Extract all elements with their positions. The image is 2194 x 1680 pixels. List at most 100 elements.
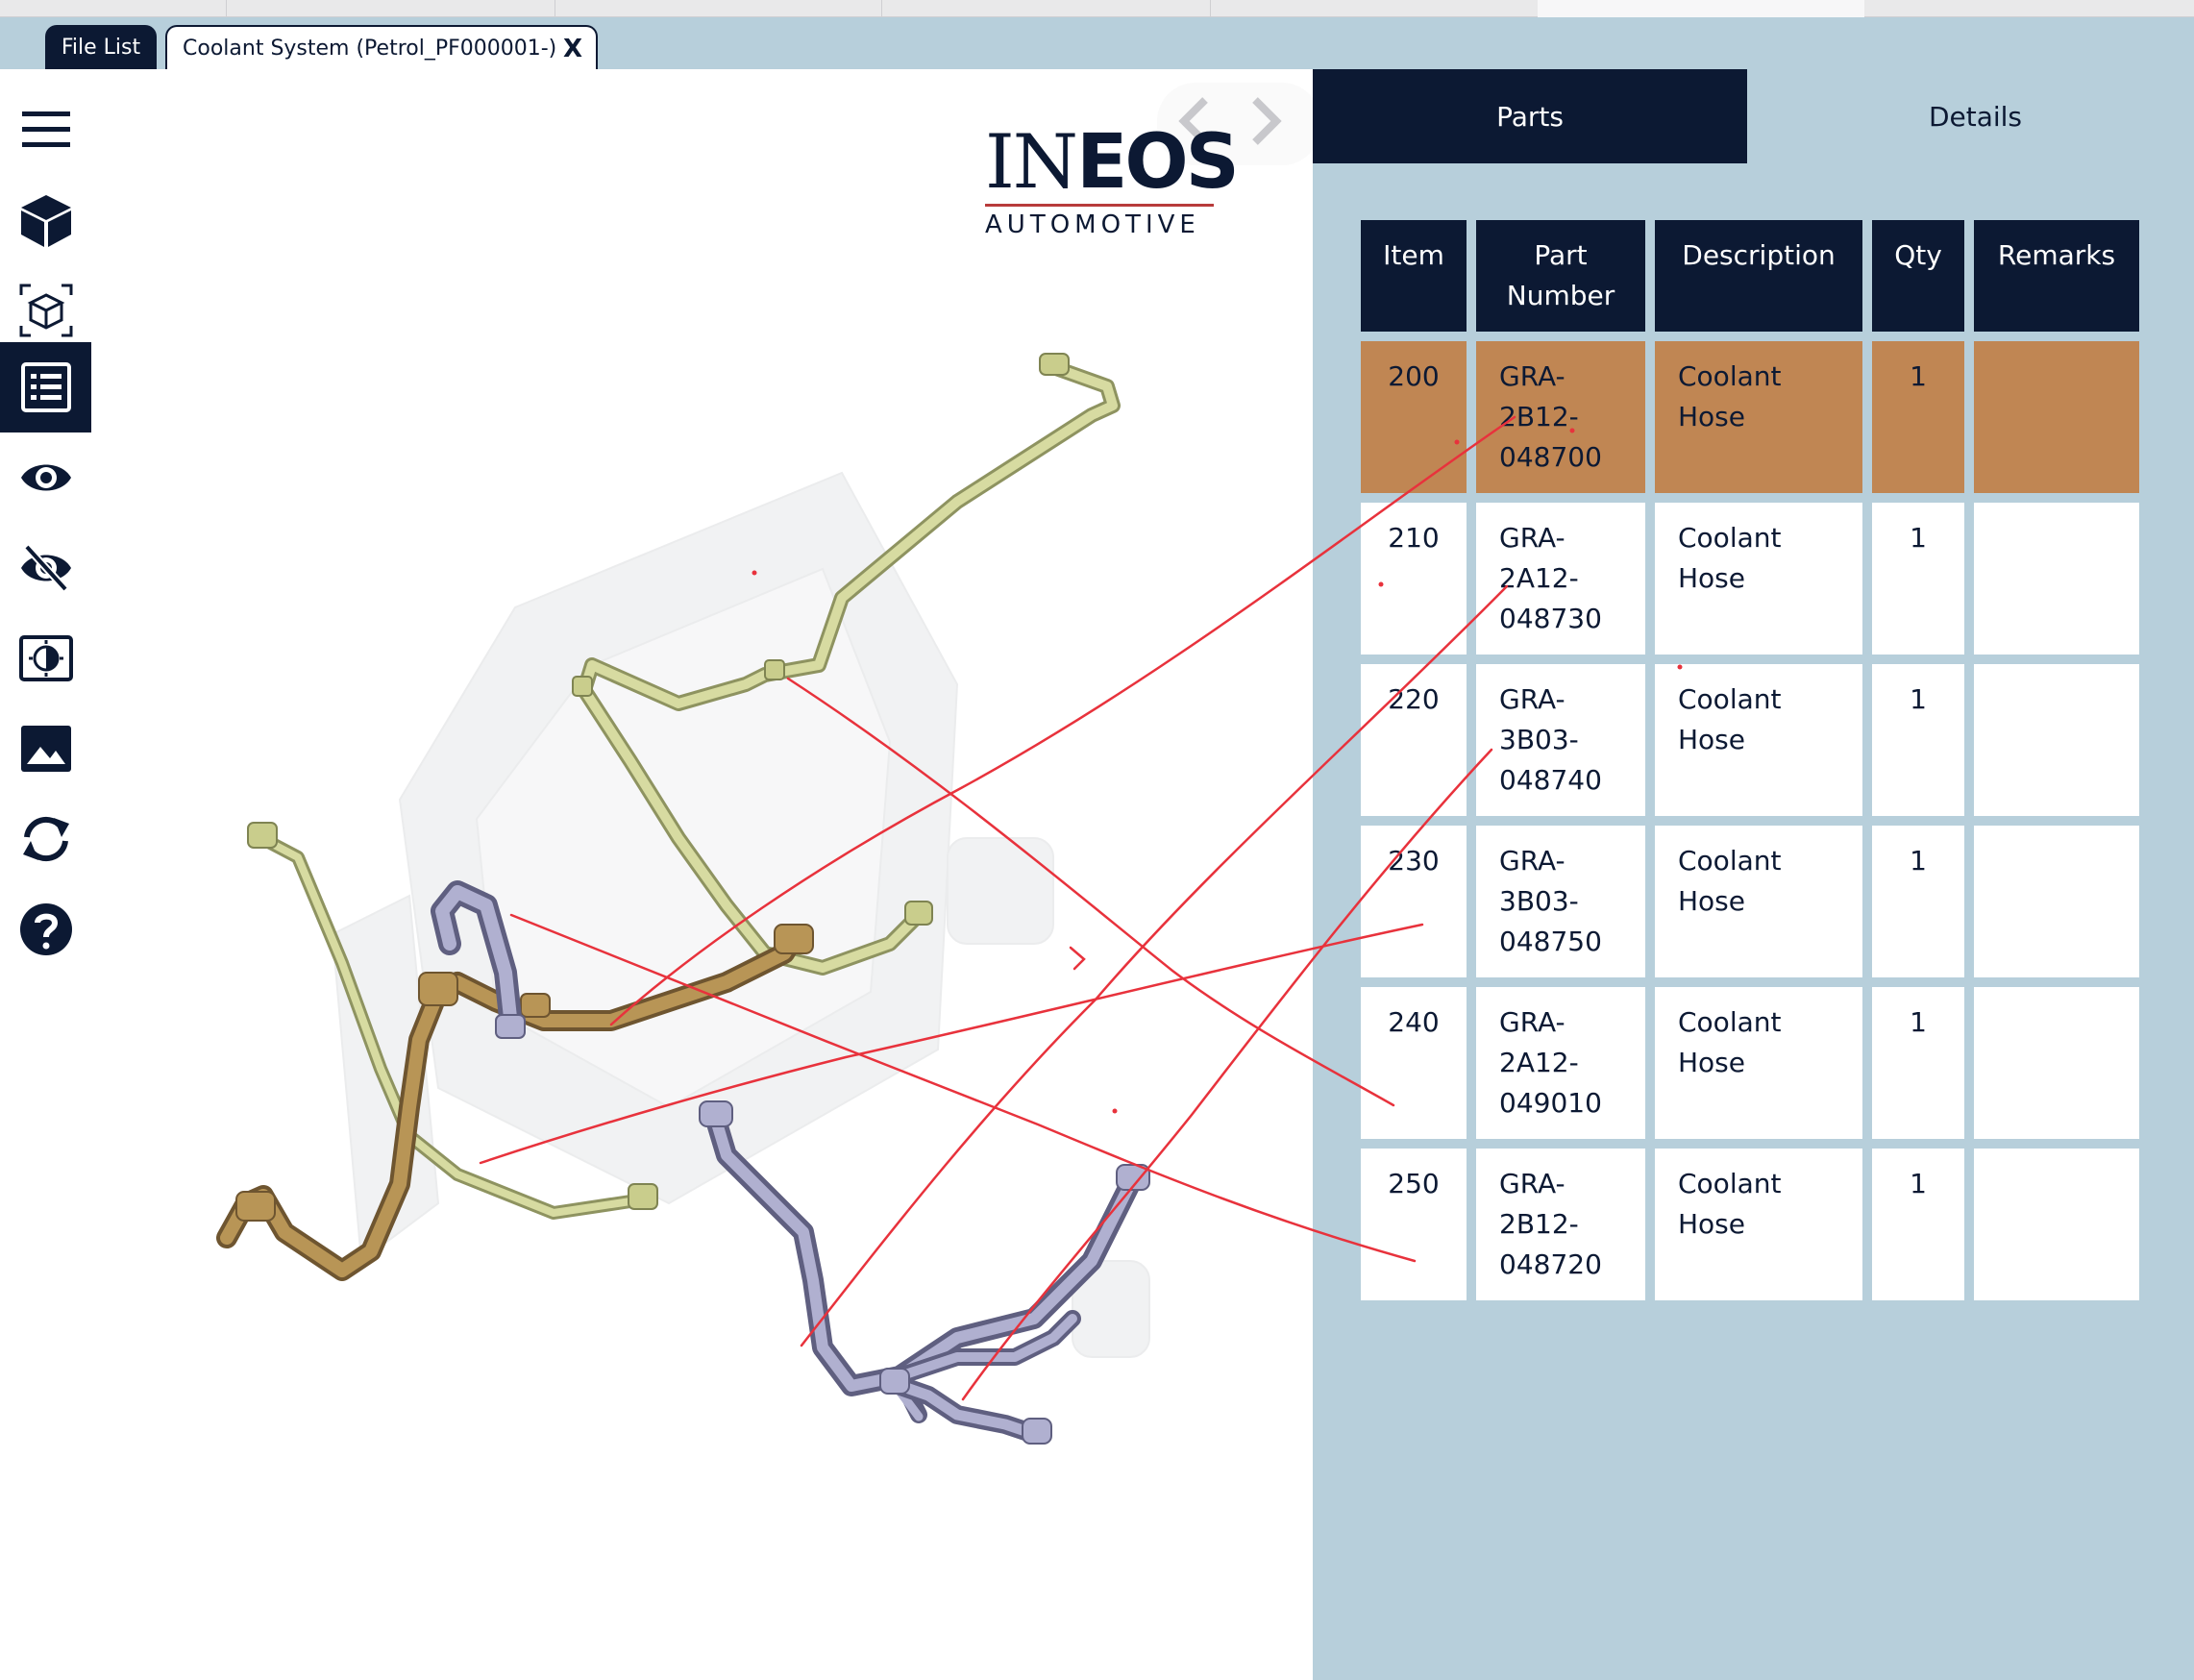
browser-tab[interactable] — [227, 0, 555, 17]
part-number-line: 049010 — [1499, 1087, 1602, 1119]
tab-details-label: Details — [1928, 100, 2023, 133]
part-number-line: 2A12- — [1499, 562, 1579, 594]
menu-button[interactable] — [0, 85, 91, 175]
tab-label: File List — [61, 35, 141, 60]
cell-item: 240 — [1361, 987, 1467, 1139]
image-icon — [20, 726, 71, 772]
coolant-system-model[interactable] — [92, 69, 1313, 1680]
part-number-line: GRA- — [1499, 683, 1565, 715]
cell-remarks — [1974, 826, 2139, 977]
parts-list-icon — [20, 362, 71, 412]
refresh-icon — [22, 816, 69, 862]
tab-parts[interactable]: Parts — [1313, 69, 1747, 163]
cell-remarks — [1974, 503, 2139, 655]
cell-qty: 1 — [1872, 987, 1964, 1139]
part-number-line: 2A12- — [1499, 1047, 1579, 1078]
header-line: Part — [1534, 239, 1588, 271]
part-number-line: 3B03- — [1499, 885, 1579, 917]
part-number-line: 3B03- — [1499, 724, 1579, 755]
view-3d-button[interactable] — [0, 175, 91, 265]
parts-list-button[interactable] — [0, 342, 91, 432]
part-number-line: 2B12- — [1499, 401, 1579, 432]
column-header-part-number[interactable]: Part Number — [1476, 220, 1645, 332]
tab-coolant-system[interactable]: Coolant System (Petrol_PF000001-) X — [165, 25, 598, 69]
forward-arrow-icon[interactable] — [1234, 92, 1292, 150]
cell-remarks — [1974, 987, 2139, 1139]
description-line: Coolant — [1678, 1006, 1782, 1038]
column-header-description[interactable]: Description — [1655, 220, 1862, 332]
table-row[interactable]: 230 GRA- 3B03- 048750 Coolant Hose 1 — [1361, 826, 2139, 977]
description-line: Coolant — [1678, 1168, 1782, 1199]
cell-description: Coolant Hose — [1655, 1149, 1862, 1300]
document-tab-bar: File List Coolant System (Petrol_PF00000… — [0, 17, 2194, 69]
header-line: Number — [1506, 280, 1615, 311]
browser-tab[interactable] — [555, 0, 882, 17]
part-number-line: 048750 — [1499, 926, 1602, 957]
logo-main: INEOS — [985, 119, 1240, 206]
description-line: Hose — [1678, 1047, 1745, 1078]
part-number-line: GRA- — [1499, 360, 1565, 392]
tab-details[interactable]: Details — [1757, 69, 2194, 163]
column-header-remarks[interactable]: Remarks — [1974, 220, 2139, 332]
cell-remarks — [1974, 1149, 2139, 1300]
description-line: Hose — [1678, 562, 1745, 594]
tab-close-button[interactable]: X — [563, 35, 582, 63]
model-viewer[interactable] — [92, 69, 1313, 1680]
cell-part-number: GRA- 3B03- 048750 — [1476, 826, 1645, 977]
cell-item: 210 — [1361, 503, 1467, 655]
cell-remarks — [1974, 664, 2139, 816]
column-header-qty[interactable]: Qty — [1872, 220, 1964, 332]
help-button[interactable] — [0, 884, 91, 975]
reset-view-button[interactable] — [0, 794, 91, 884]
parts-table: Item Part Number Description Qty Remarks … — [1351, 210, 2149, 1310]
browser-tab[interactable] — [882, 0, 1211, 17]
description-line: Hose — [1678, 401, 1745, 432]
table-row[interactable]: 240 GRA- 2A12- 049010 Coolant Hose 1 — [1361, 987, 2139, 1139]
help-icon — [19, 903, 72, 955]
show-button[interactable] — [0, 432, 91, 523]
cell-description: Coolant Hose — [1655, 826, 1862, 977]
table-row[interactable]: 220 GRA- 3B03- 048740 Coolant Hose 1 — [1361, 664, 2139, 816]
cell-qty: 1 — [1872, 664, 1964, 816]
logo-sub: AUTOMOTIVE — [985, 210, 1200, 239]
cell-item: 230 — [1361, 826, 1467, 977]
cell-part-number: GRA- 2A12- 049010 — [1476, 987, 1645, 1139]
cell-description: Coolant Hose — [1655, 987, 1862, 1139]
part-number-line: 048720 — [1499, 1248, 1602, 1280]
cell-part-number: GRA- 3B03- 048740 — [1476, 664, 1645, 816]
cell-part-number: GRA- 2A12- 048730 — [1476, 503, 1645, 655]
cell-description: Coolant Hose — [1655, 664, 1862, 816]
eye-off-icon — [20, 544, 71, 592]
table-row[interactable]: 250 GRA- 2B12- 048720 Coolant Hose 1 — [1361, 1149, 2139, 1300]
description-line: Hose — [1678, 885, 1745, 917]
description-line: Hose — [1678, 1208, 1745, 1240]
browser-tab-strip — [0, 0, 2194, 17]
table-row[interactable]: 200 GRA- 2B12- 048700 Coolant Hose 1 — [1361, 341, 2139, 493]
ineos-automotive-logo: INEOS AUTOMOTIVE — [985, 119, 1240, 240]
browser-tab[interactable] — [0, 0, 227, 17]
tab-file-list[interactable]: File List — [45, 25, 157, 69]
part-number-line: 048700 — [1499, 441, 1602, 473]
part-number-line: GRA- — [1499, 845, 1565, 877]
cell-qty: 1 — [1872, 341, 1964, 493]
part-number-line: 048730 — [1499, 603, 1602, 634]
description-line: Hose — [1678, 724, 1745, 755]
column-header-item[interactable]: Item — [1361, 220, 1467, 332]
image-button[interactable] — [0, 704, 91, 794]
contrast-button[interactable] — [0, 613, 91, 704]
cell-qty: 1 — [1872, 1149, 1964, 1300]
browser-tab-active[interactable] — [1538, 0, 1864, 17]
tab-label: Coolant System (Petrol_PF000001-) — [183, 36, 557, 61]
menu-icon — [21, 111, 70, 147]
cell-remarks — [1974, 341, 2139, 493]
description-line: Coolant — [1678, 360, 1782, 392]
eye-icon — [20, 464, 71, 491]
hide-button[interactable] — [0, 523, 91, 613]
table-row[interactable]: 210 GRA- 2A12- 048730 Coolant Hose 1 — [1361, 503, 2139, 655]
part-number-line: GRA- — [1499, 1006, 1565, 1038]
cell-part-number: GRA- 2B12- 048720 — [1476, 1149, 1645, 1300]
cell-item: 250 — [1361, 1149, 1467, 1300]
part-number-line: GRA- — [1499, 1168, 1565, 1199]
cell-item: 220 — [1361, 664, 1467, 816]
cell-description: Coolant Hose — [1655, 341, 1862, 493]
